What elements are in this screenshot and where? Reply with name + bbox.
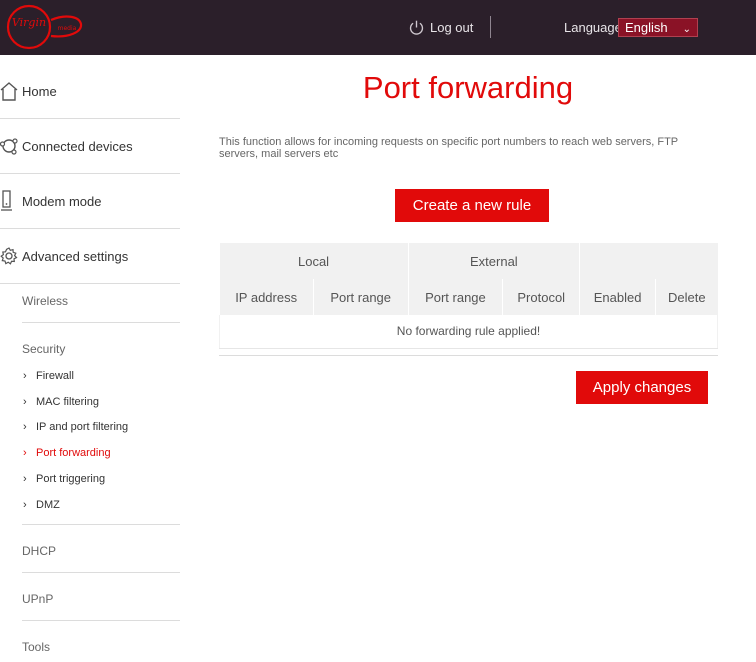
apply-changes-button[interactable]: Apply changes — [576, 371, 708, 404]
modem-icon — [0, 190, 22, 212]
gear-icon — [0, 245, 22, 267]
power-icon — [409, 20, 424, 35]
page-title: Port forwarding — [362, 70, 574, 105]
column-header: Enabled — [579, 279, 657, 315]
logout-label: Log out — [430, 19, 474, 35]
sidebar-sub-firewall[interactable]: › Firewall — [23, 370, 74, 382]
chevron-right-icon: › — [23, 370, 27, 382]
chevron-right-icon: › — [23, 396, 27, 408]
sub-item-label: Port forwarding — [36, 447, 111, 459]
table-group-blank — [579, 243, 718, 279]
sub-item-label: IP and port filtering — [36, 421, 129, 433]
sidebar-item-advanced-settings[interactable]: Advanced settings — [0, 229, 180, 284]
sidebar-sub-port-forwarding[interactable]: › Port forwarding — [23, 447, 111, 459]
devices-icon — [0, 135, 22, 157]
sidebar-sub-dmz[interactable]: › DMZ — [23, 499, 60, 511]
sub-item-label: Firewall — [36, 370, 74, 382]
sidebar-wireless[interactable]: Wireless — [22, 294, 68, 308]
column-header: Delete — [655, 279, 718, 315]
sidebar-upnp[interactable]: UPnP — [22, 592, 53, 606]
sidebar-tools[interactable]: Tools — [22, 640, 50, 654]
divider — [22, 620, 180, 621]
header-divider — [490, 16, 491, 38]
sub-item-label: MAC filtering — [36, 396, 99, 408]
page-description: This function allows for incoming reques… — [219, 136, 678, 160]
chevron-down-icon: ⌄ — [682, 24, 691, 35]
sidebar-sub-mac-filtering[interactable]: › MAC filtering — [23, 396, 99, 408]
home-icon — [0, 80, 22, 102]
sidebar-item-label: Connected devices — [22, 138, 133, 154]
divider — [22, 572, 180, 573]
table-group-external: External — [408, 243, 581, 279]
chevron-right-icon: › — [23, 421, 27, 433]
port-forwarding-table: Local External IP address Port range Por… — [219, 243, 718, 349]
sidebar-item-home[interactable]: Home — [0, 64, 180, 119]
sidebar-item-label: Home — [22, 83, 57, 99]
empty-table-message: No forwarding rule applied! — [219, 315, 718, 349]
svg-text:Virgin: Virgin — [12, 16, 46, 29]
sidebar-item-modem-mode[interactable]: Modem mode — [0, 174, 180, 229]
table-group-header-row: Local External — [219, 243, 718, 279]
virgin-media-logo[interactable]: Virgin media — [5, 4, 83, 50]
chevron-right-icon: › — [23, 499, 27, 511]
sidebar-item-label: Modem mode — [22, 193, 102, 209]
table-header-row: IP address Port range Port range Protoco… — [219, 279, 718, 315]
column-header: IP address — [219, 279, 314, 315]
sidebar: Home Connected devices Modem mode Advanc… — [0, 55, 190, 662]
chevron-right-icon: › — [23, 447, 27, 459]
divider — [22, 524, 180, 525]
sub-item-label: DMZ — [36, 499, 60, 511]
column-header: Port range — [313, 279, 409, 315]
column-header: Port range — [408, 279, 504, 315]
table-bottom-divider — [219, 355, 718, 356]
sidebar-dhcp[interactable]: DHCP — [22, 544, 56, 558]
sidebar-item-connected-devices[interactable]: Connected devices — [0, 119, 180, 174]
logout-button[interactable]: Log out — [408, 17, 473, 37]
language-label: Language — [564, 20, 622, 35]
create-rule-button[interactable]: Create a new rule — [395, 189, 549, 222]
sidebar-sub-port-triggering[interactable]: › Port triggering — [23, 473, 105, 485]
sidebar-security[interactable]: Security — [22, 342, 65, 356]
language-select[interactable]: English ⌄ — [618, 18, 698, 37]
divider — [22, 322, 180, 323]
sub-item-label: Port triggering — [36, 473, 106, 485]
table-row: No forwarding rule applied! — [219, 315, 718, 349]
top-bar: Virgin media Log out Language English ⌄ — [0, 0, 756, 55]
column-header: Protocol — [502, 279, 581, 315]
sidebar-sub-ip-port-filtering[interactable]: › IP and port filtering — [23, 421, 128, 433]
table-group-local: Local — [219, 243, 409, 279]
sidebar-item-label: Advanced settings — [22, 248, 129, 264]
chevron-right-icon: › — [23, 473, 27, 485]
language-value: English — [625, 20, 668, 35]
svg-text:media: media — [58, 25, 77, 32]
